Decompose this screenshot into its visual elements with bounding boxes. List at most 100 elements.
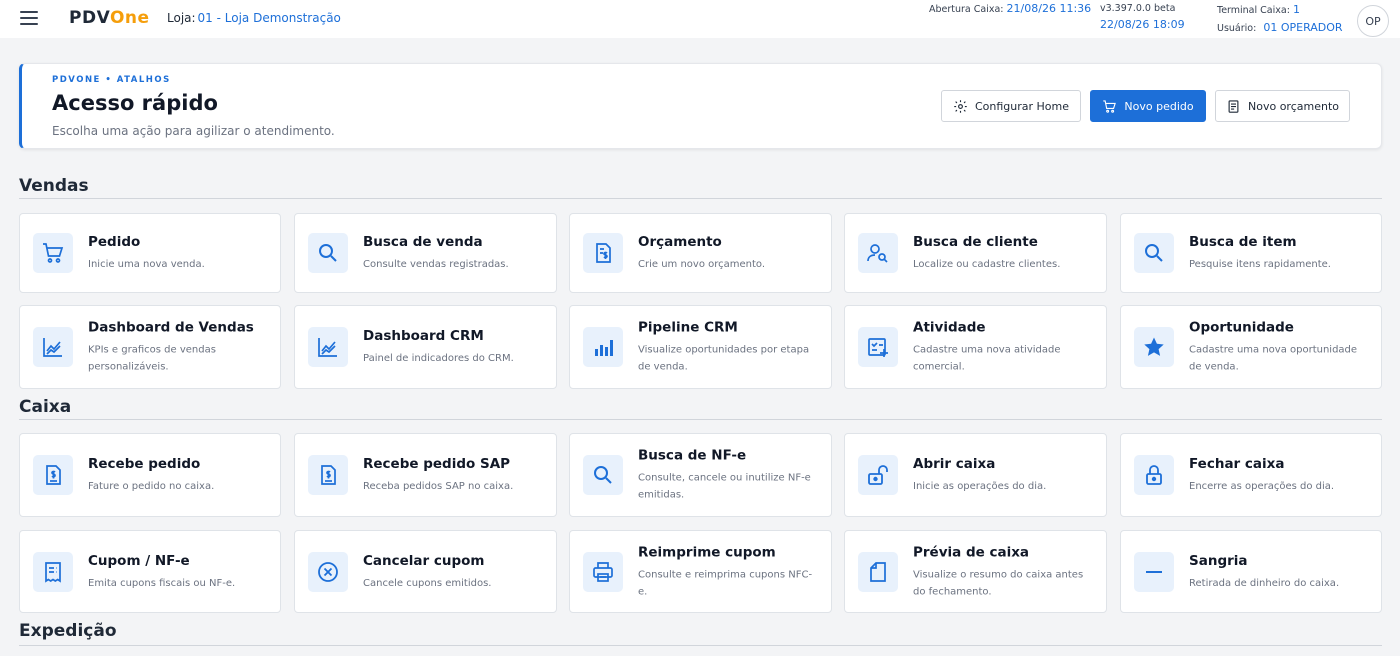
section-title-expedicao: Expedição [19,621,117,641]
receipt-icon [33,552,73,592]
invoice-icon [308,455,348,495]
card-description: Crie um novo orçamento. [638,259,766,270]
card-title: Busca de cliente [913,234,1038,250]
new-order-label: Novo pedido [1124,99,1194,113]
card-title: Prévia de caixa [913,544,1030,560]
page-subtitle: Escolha uma ação para agilizar o atendim… [52,124,335,138]
card-title: Fechar caixa [1189,456,1285,472]
quote-document-icon [583,233,623,273]
card-description: KPIs e graficos de vendas personalizávei… [88,344,216,373]
document-icon [858,552,898,592]
section-divider [19,645,1382,646]
printer-icon [583,552,623,592]
user-value: 01 OPERADOR [1263,21,1343,34]
user-info: Usuário: 01 OPERADOR [1217,21,1343,34]
header-kicker: PDVONE • ATALHOS [52,75,171,85]
card-fechar-caixa[interactable]: Fechar caixa Encerre as operações do dia. [1120,433,1382,517]
section-title-caixa: Caixa [19,397,72,417]
store-label: Loja: [167,11,196,25]
card-title: Busca de NF-e [638,447,747,464]
card-abrir-caixa[interactable]: Abrir caixa Inicie as operações do dia. [844,433,1107,517]
card-description: Cancele cupons emitidos. [363,577,492,589]
terminal-value: 1 [1292,3,1300,16]
card-cancelar-cupom[interactable]: Cancelar cupom Cancele cupons emitidos. [294,530,557,613]
card-description: Cadastre uma nova oportunidade de venda. [1189,344,1358,373]
hamburger-menu-icon[interactable] [20,11,38,25]
app-logo[interactable]: PDVOne [69,8,150,28]
version-label: v3.397.0.0 beta [1100,3,1176,14]
section-divider [19,419,1382,420]
card-oportunidade[interactable]: Oportunidade Cadastre uma nova oportunida… [1120,305,1382,389]
card-description: Fature o pedido no caixa. [88,481,215,492]
terminal-info: Terminal Caixa: 1 [1217,3,1300,16]
card-description: Painel de indicadores do CRM. [363,353,514,364]
new-order-button[interactable]: Novo pedido [1090,90,1206,122]
quick-access-header: PDVONE • ATALHOS Acesso rápido Escolha u… [19,63,1382,149]
card-description: Retirada de dinheiro do caixa. [1189,577,1340,589]
card-description: Inicie as operações do dia. [913,481,1047,492]
card-description: Encerre as operações do dia. [1189,481,1335,492]
configure-home-button[interactable]: Configurar Home [941,90,1081,122]
new-quote-label: Novo orçamento [1248,99,1339,113]
card-description: Inicie uma nova venda. [88,259,205,270]
card-busca-nfe[interactable]: Busca de NF-e Consulte, cancele ou inutil… [569,433,832,517]
card-description: Visualize oportunidades por etapa de ven… [638,344,810,373]
card-sangria[interactable]: Sangria Retirada de dinheiro do caixa. [1120,530,1382,613]
cash-opening-info: Abertura Caixa: 21/08/26 11:36 [929,2,1091,15]
card-title: Busca de venda [363,234,483,250]
card-title: Busca de item [1189,234,1297,250]
card-pipeline-crm[interactable]: Pipeline CRM Visualize oportunidades por … [569,305,832,389]
card-description: Pesquise itens rapidamente. [1189,259,1331,270]
search-icon [583,455,623,495]
card-title: Dashboard CRM [363,328,484,344]
lock-icon [1134,455,1174,495]
card-previa-caixa[interactable]: Prévia de caixa Visualize o resumo do cai… [844,530,1107,613]
cancel-circle-icon [308,552,348,592]
page-title: Acesso rápido [52,91,218,115]
card-title: Reimprime cupom [638,544,776,560]
card-title: Recebe pedido SAP [363,456,511,472]
unlock-icon [858,455,898,495]
cash-opening-label: Abertura Caixa: [929,4,1004,15]
card-dashboard-vendas[interactable]: Dashboard de Vendas KPIs e graficos de ve… [19,305,281,389]
card-busca-item[interactable]: Busca de item Pesquise itens rapidamente. [1120,213,1382,293]
card-orcamento[interactable]: Orçamento Crie um novo orçamento. [569,213,832,293]
top-bar: PDVOne Loja: 01 - Loja Demonstração Abert… [0,0,1400,38]
card-busca-venda[interactable]: Busca de venda Consulte vendas registrada… [294,213,557,293]
card-pedido[interactable]: Pedido Inicie uma nova venda. [19,213,281,293]
card-reimprime-cupom[interactable]: Reimprime cupom Consulte e reimprima cupo… [569,530,832,613]
card-description: Cadastre uma nova atividade comercial. [913,344,1061,373]
search-icon [308,233,348,273]
card-description: Localize ou cadastre clientes. [913,259,1061,270]
card-cupom-nfe[interactable]: Cupom / NF-e Emita cupons fiscais ou NF-e… [19,530,281,613]
user-label: Usuário: [1217,23,1257,34]
card-recebe-pedido-sap[interactable]: Recebe pedido SAP Receba pedidos SAP no c… [294,433,557,517]
card-description: Visualize o resumo do caixa antes do fec… [913,569,1084,597]
card-busca-cliente[interactable]: Busca de cliente Localize ou cadastre cli… [844,213,1107,293]
card-description: Consulte vendas registradas. [363,259,509,270]
star-icon [1134,327,1174,367]
quote-document-icon [1228,99,1239,113]
card-title: Atividade [913,319,986,336]
card-title: Cancelar cupom [363,552,485,569]
card-title: Pedido [88,234,141,250]
line-chart-icon [33,327,73,367]
cash-opening-value: 21/08/26 11:36 [1006,2,1092,15]
invoice-icon [33,455,73,495]
card-title: Recebe pedido [88,456,201,472]
current-datetime: 22/08/26 18:09 [1100,18,1185,31]
card-description: Emita cupons fiscais ou NF-e. [88,577,236,589]
card-atividade[interactable]: Atividade Cadastre uma nova atividade com… [844,305,1107,389]
avatar[interactable]: OP [1357,5,1389,37]
minus-icon [1134,552,1174,592]
terminal-label: Terminal Caixa: [1217,5,1290,16]
store-value[interactable]: 01 - Loja Demonstração [198,11,341,25]
store-selector[interactable]: Loja: 01 - Loja Demonstração [167,11,341,25]
new-quote-button[interactable]: Novo orçamento [1215,90,1350,122]
user-search-icon [858,233,898,273]
card-title: Abrir caixa [913,456,996,472]
card-title: Oportunidade [1189,319,1294,336]
card-recebe-pedido[interactable]: Recebe pedido Fature o pedido no caixa. [19,433,281,517]
card-dashboard-crm[interactable]: Dashboard CRM Painel de indicadores do CR… [294,305,557,389]
section-divider [19,198,1382,199]
